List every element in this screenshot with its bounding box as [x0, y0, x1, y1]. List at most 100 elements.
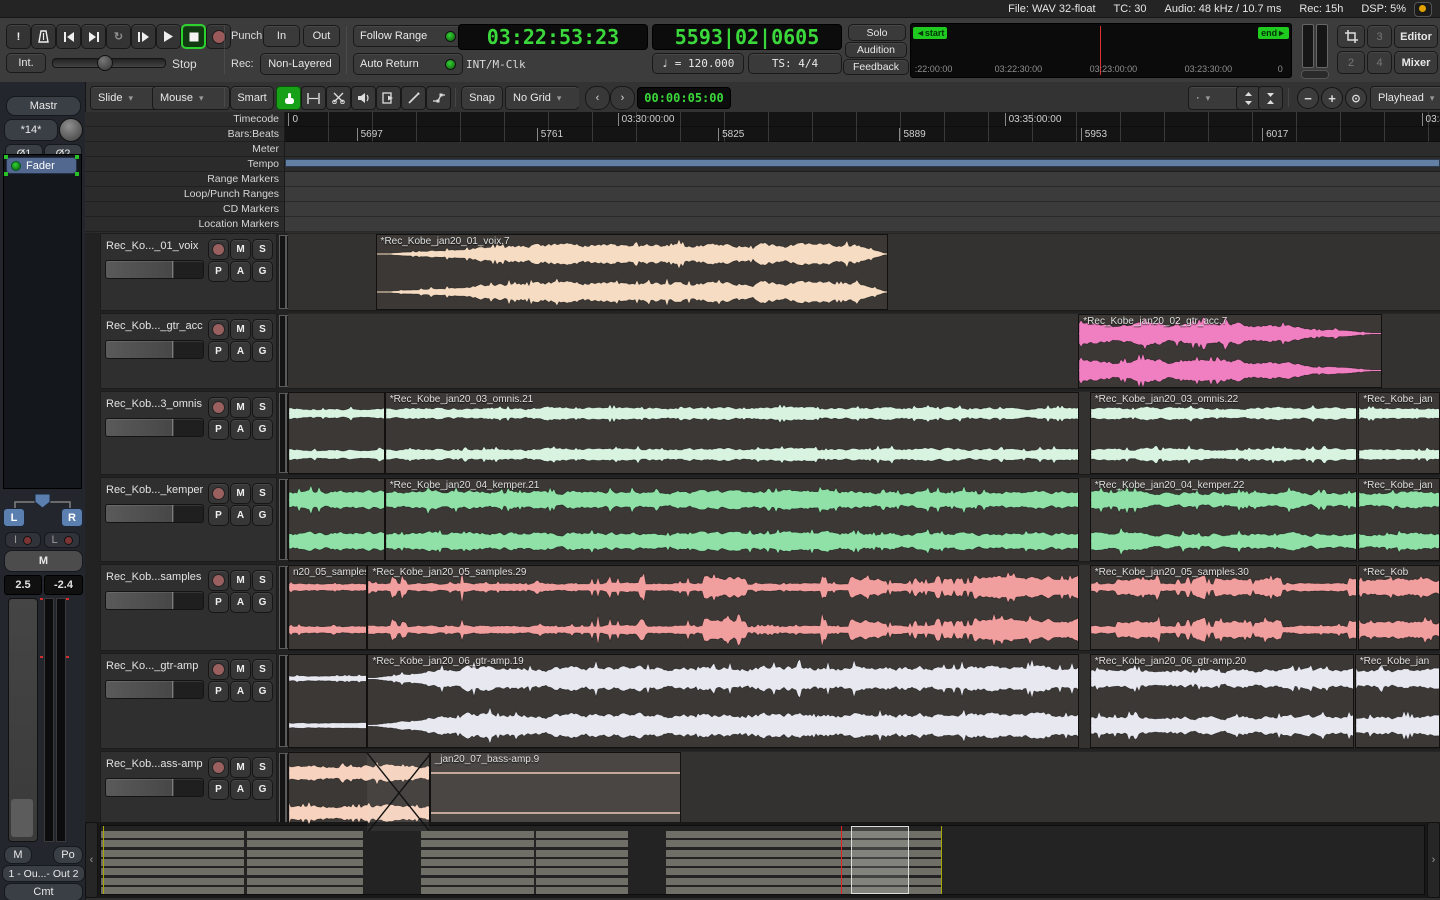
go-to-start-button[interactable]: [56, 24, 81, 49]
track-playlist-button[interactable]: P: [208, 779, 229, 800]
audio-region[interactable]: *Rec_Kobe_jan20_01_voix.7: [376, 234, 889, 310]
grab-tool-button[interactable]: [276, 86, 301, 110]
audio-region[interactable]: *Rec_Kobe_jan: [1358, 392, 1440, 474]
stop-button[interactable]: [181, 24, 206, 49]
track-solo-button[interactable]: S: [252, 659, 273, 680]
track-lane-rec-ko-gtr-amp[interactable]: *Rec_Kobe_jan20_06_gtr-amp.19*Rec_Kobe_j…: [288, 653, 1440, 749]
summary-scroll-left-button[interactable]: ‹: [85, 822, 98, 898]
track-header-rec-kob-ass-amp[interactable]: Rec_Kob...ass-ampMSPAG: [100, 751, 277, 833]
audio-region[interactable]: [288, 752, 430, 832]
meter-peak-reset[interactable]: [1301, 70, 1329, 79]
summary-view-rectangle[interactable]: [851, 826, 909, 894]
loop-button[interactable]: ↻: [106, 24, 131, 49]
ruler-label-meter[interactable]: Meter: [85, 142, 284, 157]
follow-range-button[interactable]: Follow Range: [353, 25, 463, 47]
editor-tab-button[interactable]: Editor: [1394, 25, 1438, 48]
ruler-lane-tempo[interactable]: [285, 157, 1440, 172]
draw-tool-button[interactable]: [401, 86, 426, 110]
ruler-label-location-markers[interactable]: Location Markers: [85, 217, 284, 232]
track-lane-rec-kob-kemper[interactable]: *Rec_Kobe_jan20_04_kemper.21*Rec_Kobe_ja…: [288, 477, 1440, 562]
track-record-arm-button[interactable]: [208, 757, 229, 778]
ruler-lane-location-markers[interactable]: [285, 217, 1440, 232]
track-mute-button[interactable]: M: [230, 570, 251, 591]
audio-region[interactable]: *Rec_Kobe_jan20_04_kemper.22: [1090, 478, 1357, 561]
track-solo-button[interactable]: S: [252, 757, 273, 778]
track-playlist-button[interactable]: P: [208, 681, 229, 702]
ruler-label-bars-beats[interactable]: Bars:Beats: [85, 127, 284, 142]
po-button[interactable]: Po: [53, 846, 83, 864]
track-mute-button[interactable]: M: [230, 659, 251, 680]
fader-processor-entry[interactable]: Fader: [6, 157, 77, 174]
audio-region[interactable]: *Rec_Kobe_jan: [1355, 654, 1440, 748]
audio-region[interactable]: n20_05_samples.: [288, 565, 367, 650]
session-end-marker[interactable]: end►: [1258, 27, 1289, 39]
trim-knob[interactable]: [59, 118, 83, 142]
ruler-lane-meter[interactable]: [285, 142, 1440, 157]
summary-overview[interactable]: [100, 825, 1425, 895]
tab-2-button[interactable]: 2: [1337, 51, 1365, 74]
ruler-lane-cd-markers[interactable]: [285, 202, 1440, 217]
track-solo-button[interactable]: S: [252, 397, 273, 418]
nudge-back-button[interactable]: ‹: [585, 86, 610, 110]
processor-active-led-icon[interactable]: [11, 161, 21, 171]
snap-button[interactable]: Snap: [461, 86, 503, 110]
ruler-lane-bars-beats[interactable]: 569757615825588959536017: [285, 127, 1440, 142]
secondary-clock[interactable]: 5593|02|0605: [652, 24, 842, 50]
track-playlist-button[interactable]: P: [208, 592, 229, 613]
zoom-focus-dropdown[interactable]: Playhead▾: [1370, 86, 1440, 110]
track-group-button[interactable]: G: [252, 592, 273, 613]
shuttle-mode-button[interactable]: Int.: [6, 53, 46, 73]
go-to-end-button[interactable]: [81, 24, 106, 49]
zoom-fit-button[interactable]: ⊙: [1345, 87, 1367, 109]
audio-region[interactable]: *Rec_Kobe_jan: [1358, 478, 1440, 561]
track-name[interactable]: Rec_Kob...samples: [106, 571, 201, 583]
track-group-button[interactable]: G: [252, 681, 273, 702]
track-group-button[interactable]: G: [252, 779, 273, 800]
error-log-led-button[interactable]: [1414, 2, 1432, 17]
listen-button[interactable]: L: [44, 532, 80, 548]
midi-panic-button[interactable]: !: [6, 24, 31, 49]
track-gain-slider[interactable]: [105, 340, 204, 359]
track-header-rec-kob-gtr-acc[interactable]: Rec_Kob..._gtr_accMSPAG: [100, 313, 277, 389]
punch-out-button[interactable]: Out: [303, 25, 340, 47]
master-mute-button[interactable]: M: [4, 550, 83, 572]
shuttle-thumb[interactable]: [97, 55, 113, 71]
audio-region[interactable]: [288, 654, 367, 748]
audio-region[interactable]: *Rec_Kobe_jan20_05_samples.30: [1090, 565, 1357, 650]
track-playlist-button[interactable]: P: [208, 419, 229, 440]
pan-right-button[interactable]: R: [61, 508, 83, 527]
track-solo-button[interactable]: S: [252, 319, 273, 340]
recorder-tab-button[interactable]: [1337, 25, 1365, 48]
time-signature-button[interactable]: TS: 4/4: [748, 53, 842, 74]
track-group-button[interactable]: G: [252, 505, 273, 526]
track-playlist-button[interactable]: P: [208, 261, 229, 282]
comments-button[interactable]: Cmt: [4, 883, 83, 900]
track-mute-button[interactable]: M: [230, 483, 251, 504]
zoom-in-button[interactable]: +: [1321, 87, 1343, 109]
ruler-lane-timecode[interactable]: 003:30:00:0003:35:00:0003:40:00: [285, 112, 1440, 127]
nudge-clock[interactable]: 00:00:05:00: [637, 87, 731, 109]
ruler-label-tempo[interactable]: Tempo: [85, 157, 284, 172]
zoom-out-button[interactable]: −: [1297, 87, 1319, 109]
track-automation-button[interactable]: A: [230, 261, 251, 282]
track-lane-rec-ko-01-voix[interactable]: *Rec_Kobe_jan20_01_voix.7: [288, 233, 1440, 311]
track-record-arm-button[interactable]: [208, 397, 229, 418]
audio-region[interactable]: *Rec_Kobe_jan20_03_omnis.21: [385, 392, 1080, 474]
shuttle-slider[interactable]: [52, 58, 166, 68]
peak-display[interactable]: -2.4: [44, 575, 83, 595]
track-record-arm-button[interactable]: [208, 659, 229, 680]
processor-box[interactable]: Fader: [3, 154, 82, 489]
expand-tracks-button[interactable]: [1258, 86, 1283, 110]
track-solo-button[interactable]: S: [252, 483, 273, 504]
track-record-arm-button[interactable]: [208, 483, 229, 504]
audio-region[interactable]: [288, 478, 385, 561]
audio-region[interactable]: *Rec_Kobe_jan20_02_gtr_acc.7: [1078, 314, 1382, 388]
track-header-rec-kob-kemper[interactable]: Rec_Kob..._kemperMSPAG: [100, 477, 277, 562]
track-playlist-button[interactable]: P: [208, 505, 229, 526]
track-header-rec-ko-gtr-amp[interactable]: Rec_Ko..._gtr-ampMSPAG: [100, 653, 277, 749]
track-automation-button[interactable]: A: [230, 681, 251, 702]
mouse-mode-dropdown[interactable]: Mouse▾: [152, 86, 230, 110]
track-group-button[interactable]: G: [252, 341, 273, 362]
track-mute-button[interactable]: M: [230, 319, 251, 340]
track-header-rec-ko-01-voix[interactable]: Rec_Ko..._01_voixMSPAG: [100, 233, 277, 311]
